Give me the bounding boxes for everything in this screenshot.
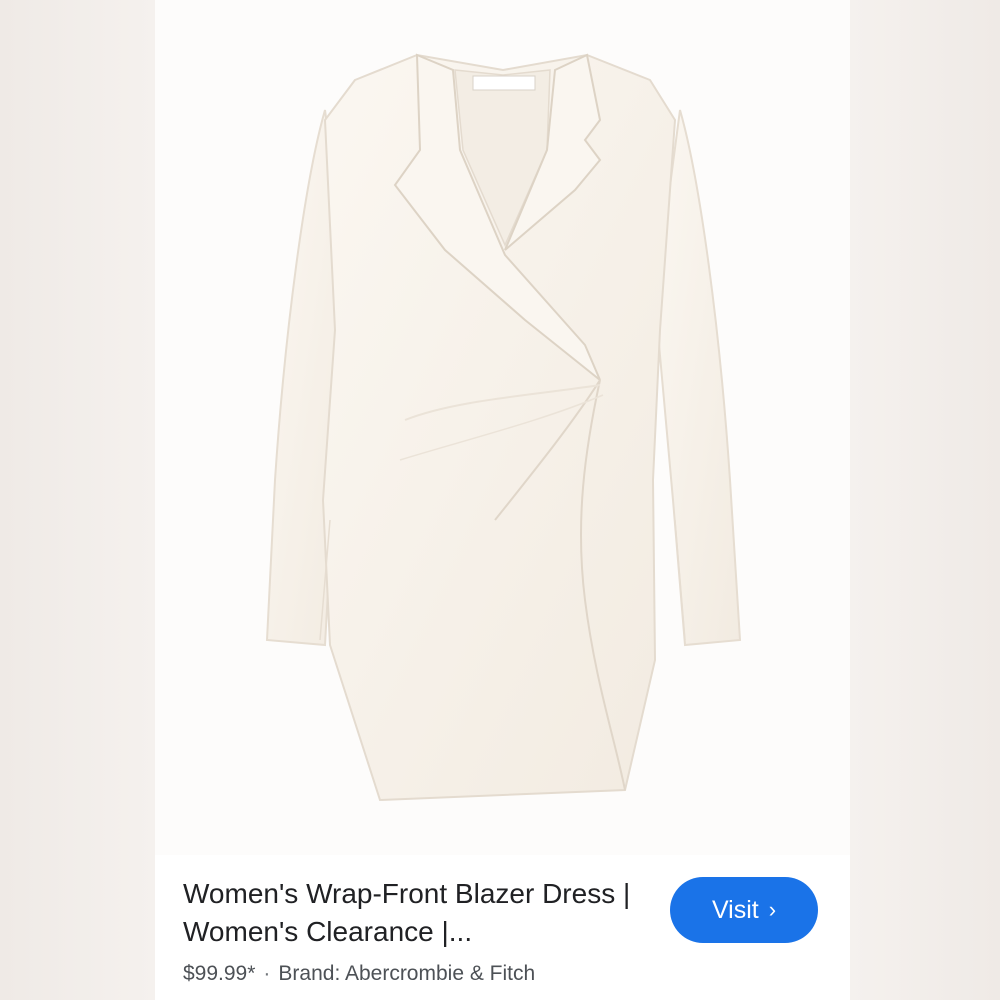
- blazer-dress-image: [265, 53, 742, 802]
- product-card[interactable]: Women's Wrap-Front Blazer Dress | Women'…: [155, 0, 850, 1000]
- product-brand: Brand: Abercrombie & Fitch: [278, 962, 536, 985]
- product-title[interactable]: Women's Wrap-Front Blazer Dress | Women'…: [183, 875, 633, 951]
- product-price: $99.99*: [183, 962, 256, 985]
- background-blur-left: [0, 0, 155, 1000]
- background-blur-right: [850, 0, 1000, 1000]
- visit-button-label: Visit: [711, 895, 759, 924]
- product-image[interactable]: [155, 0, 850, 855]
- visit-button[interactable]: Visit ›: [670, 877, 818, 943]
- chevron-right-icon: ›: [768, 897, 777, 922]
- product-meta: $99.99* · Brand: Abercrombie & Fitch: [183, 962, 535, 986]
- meta-separator: ·: [263, 962, 271, 985]
- product-info-panel: Women's Wrap-Front Blazer Dress | Women'…: [155, 855, 850, 1000]
